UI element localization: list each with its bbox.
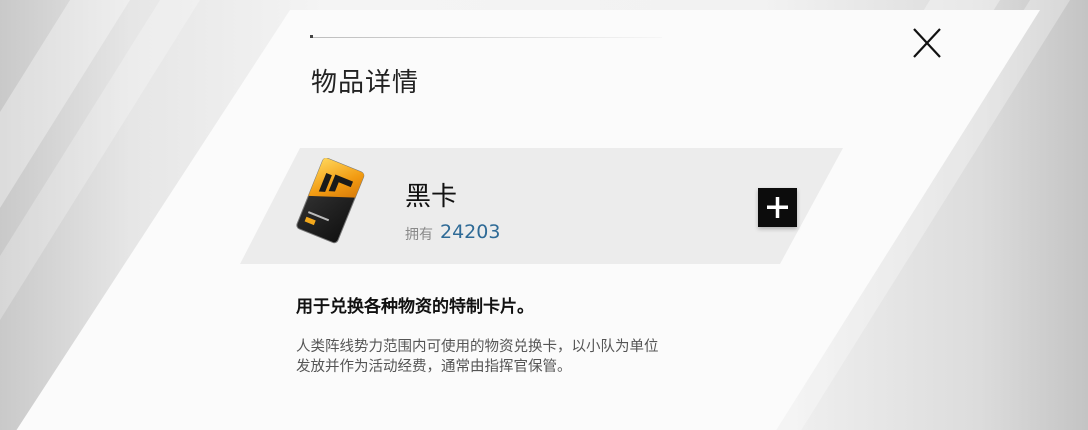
header-divider [310,37,662,38]
description-line: 人类阵线势力范围内可使用的物资兑换卡，以小队为单位 [296,339,659,355]
description-line: 发放并作为活动经费，通常由指挥官保管。 [296,359,572,375]
item-summary-text: 用于兑换各种物资的特制卡片。 [296,297,534,317]
close-button[interactable] [906,26,948,62]
item-detail-screen: 物品详情 黑卡 拥有 24203 用于兑换各种物资的特制卡片。 人类阵线势力范围… [0,0,1088,430]
black-card-icon [292,157,366,244]
add-button[interactable] [758,188,797,227]
item-description: 人类阵线势力范围内可使用的物资兑换卡，以小队为单位 发放并作为活动经费，通常由指… [296,337,726,377]
dialog-title: 物品详情 [311,68,420,98]
owned-count: 24203 [440,221,501,243]
header-divider-dot [310,35,313,38]
item-name: 黑卡 [405,182,458,212]
close-icon [913,28,941,58]
plus-icon [767,197,788,218]
owned-label: 拥有 [405,227,433,243]
